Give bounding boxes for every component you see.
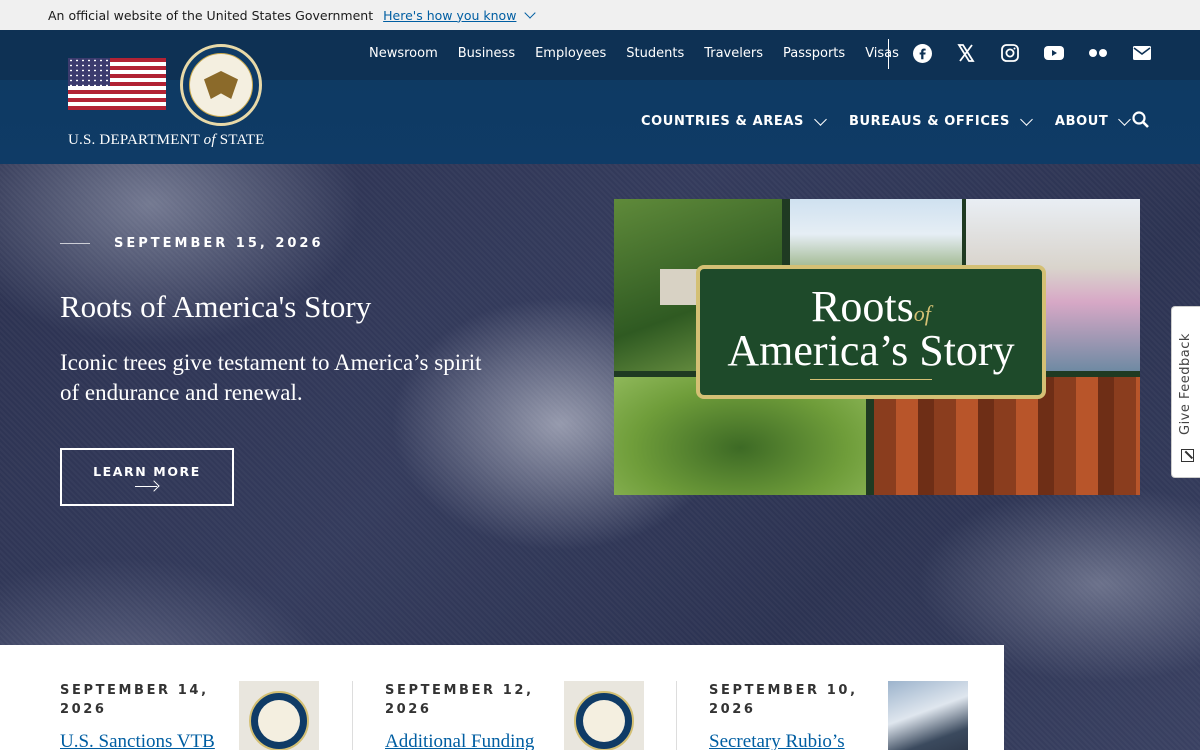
learn-more-label: LEARN MORE [93, 463, 201, 479]
utility-nav: Newsroom Business Employees Students Tra… [369, 46, 919, 61]
nav-label: COUNTRIES & AREAS [641, 114, 804, 129]
state-department-seal [180, 44, 262, 126]
main-nav: COUNTRIES & AREAS BUREAUS & OFFICES ABOU… [641, 112, 1153, 129]
news-title-link[interactable]: U.S. Sanctions VTB [60, 731, 230, 750]
news-card[interactable]: SEPTEMBER 12, 2026 Additional Funding [385, 681, 645, 750]
site-logo[interactable]: U.S. DEPARTMENT of STATE [66, 44, 266, 154]
news-date: SEPTEMBER 14, 2026 [60, 683, 209, 717]
image-title-panel: Rootsof America’s Story [696, 265, 1046, 399]
news-thumbnail[interactable] [239, 681, 319, 750]
news-thumbnail[interactable] [888, 681, 968, 750]
nav-bureaus-offices[interactable]: BUREAUS & OFFICES [848, 112, 1033, 129]
email-icon[interactable] [1132, 43, 1152, 63]
flickr-icon[interactable] [1088, 43, 1108, 63]
hero-title: Roots of America's Story [60, 289, 372, 324]
utility-nav-employees[interactable]: Employees [535, 46, 606, 61]
hero-date: SEPTEMBER 15, 2026 [60, 236, 324, 251]
utility-nav-travelers[interactable]: Travelers [704, 46, 763, 61]
news-strip: SEPTEMBER 14, 2026 U.S. Sanctions VTB SE… [0, 645, 1004, 750]
news-date: SEPTEMBER 12, 2026 [385, 683, 534, 717]
nav-label: BUREAUS & OFFICES [848, 114, 1010, 129]
learn-more-button[interactable]: LEARN MORE [60, 448, 234, 506]
nav-label: ABOUT [1054, 114, 1109, 129]
nav-about[interactable]: ABOUT [1054, 112, 1132, 129]
site-header: U.S. DEPARTMENT of STATE Newsroom Busine… [0, 30, 1200, 164]
department-name: U.S. DEPARTMENT of STATE [68, 132, 265, 148]
utility-nav-students[interactable]: Students [626, 46, 684, 61]
us-flag-icon [68, 58, 166, 110]
news-thumbnail[interactable] [564, 681, 644, 750]
news-date: SEPTEMBER 10, 2026 [709, 683, 858, 717]
divider [676, 681, 677, 750]
news-card[interactable]: SEPTEMBER 10, 2026 Secretary Rubio’s [709, 681, 969, 750]
chevron-down-icon [1020, 112, 1033, 126]
news-title-link[interactable]: Secretary Rubio’s [709, 731, 879, 750]
photo-tile [790, 199, 962, 269]
search-icon[interactable] [1131, 110, 1151, 130]
news-card[interactable]: SEPTEMBER 14, 2026 U.S. Sanctions VTB [60, 681, 320, 750]
news-title-link[interactable]: Additional Funding [385, 731, 555, 750]
chevron-down-icon [1118, 112, 1132, 126]
utility-nav-business[interactable]: Business [458, 46, 515, 61]
feedback-label: Give Feedback [1178, 333, 1193, 435]
how-you-know-link[interactable]: Here's how you know [383, 8, 516, 23]
nav-countries-areas[interactable]: COUNTRIES & AREAS [641, 112, 827, 129]
chevron-down-icon[interactable] [524, 7, 537, 19]
social-links [912, 43, 1152, 63]
instagram-icon[interactable] [1000, 43, 1020, 63]
utility-nav-visas[interactable]: Visas [865, 46, 899, 61]
utility-nav-passports[interactable]: Passports [783, 46, 845, 61]
chevron-down-icon [814, 112, 827, 126]
utility-nav-newsroom[interactable]: Newsroom [369, 46, 438, 61]
nav-divider [888, 39, 889, 69]
gov-banner: An official website of the United States… [0, 0, 1200, 30]
hero-feature-image[interactable]: Rootsof America’s Story [614, 199, 1140, 495]
gov-banner-text: An official website of the United States… [48, 7, 374, 23]
hero-description: Iconic trees give testament to America’s… [60, 350, 482, 405]
x-icon[interactable] [956, 43, 976, 63]
youtube-icon[interactable] [1044, 43, 1064, 63]
divider [352, 681, 353, 750]
arrow-right-icon [135, 481, 159, 491]
facebook-icon[interactable] [912, 43, 932, 63]
feedback-icon [1181, 449, 1194, 462]
give-feedback-tab[interactable]: Give Feedback [1171, 306, 1200, 478]
